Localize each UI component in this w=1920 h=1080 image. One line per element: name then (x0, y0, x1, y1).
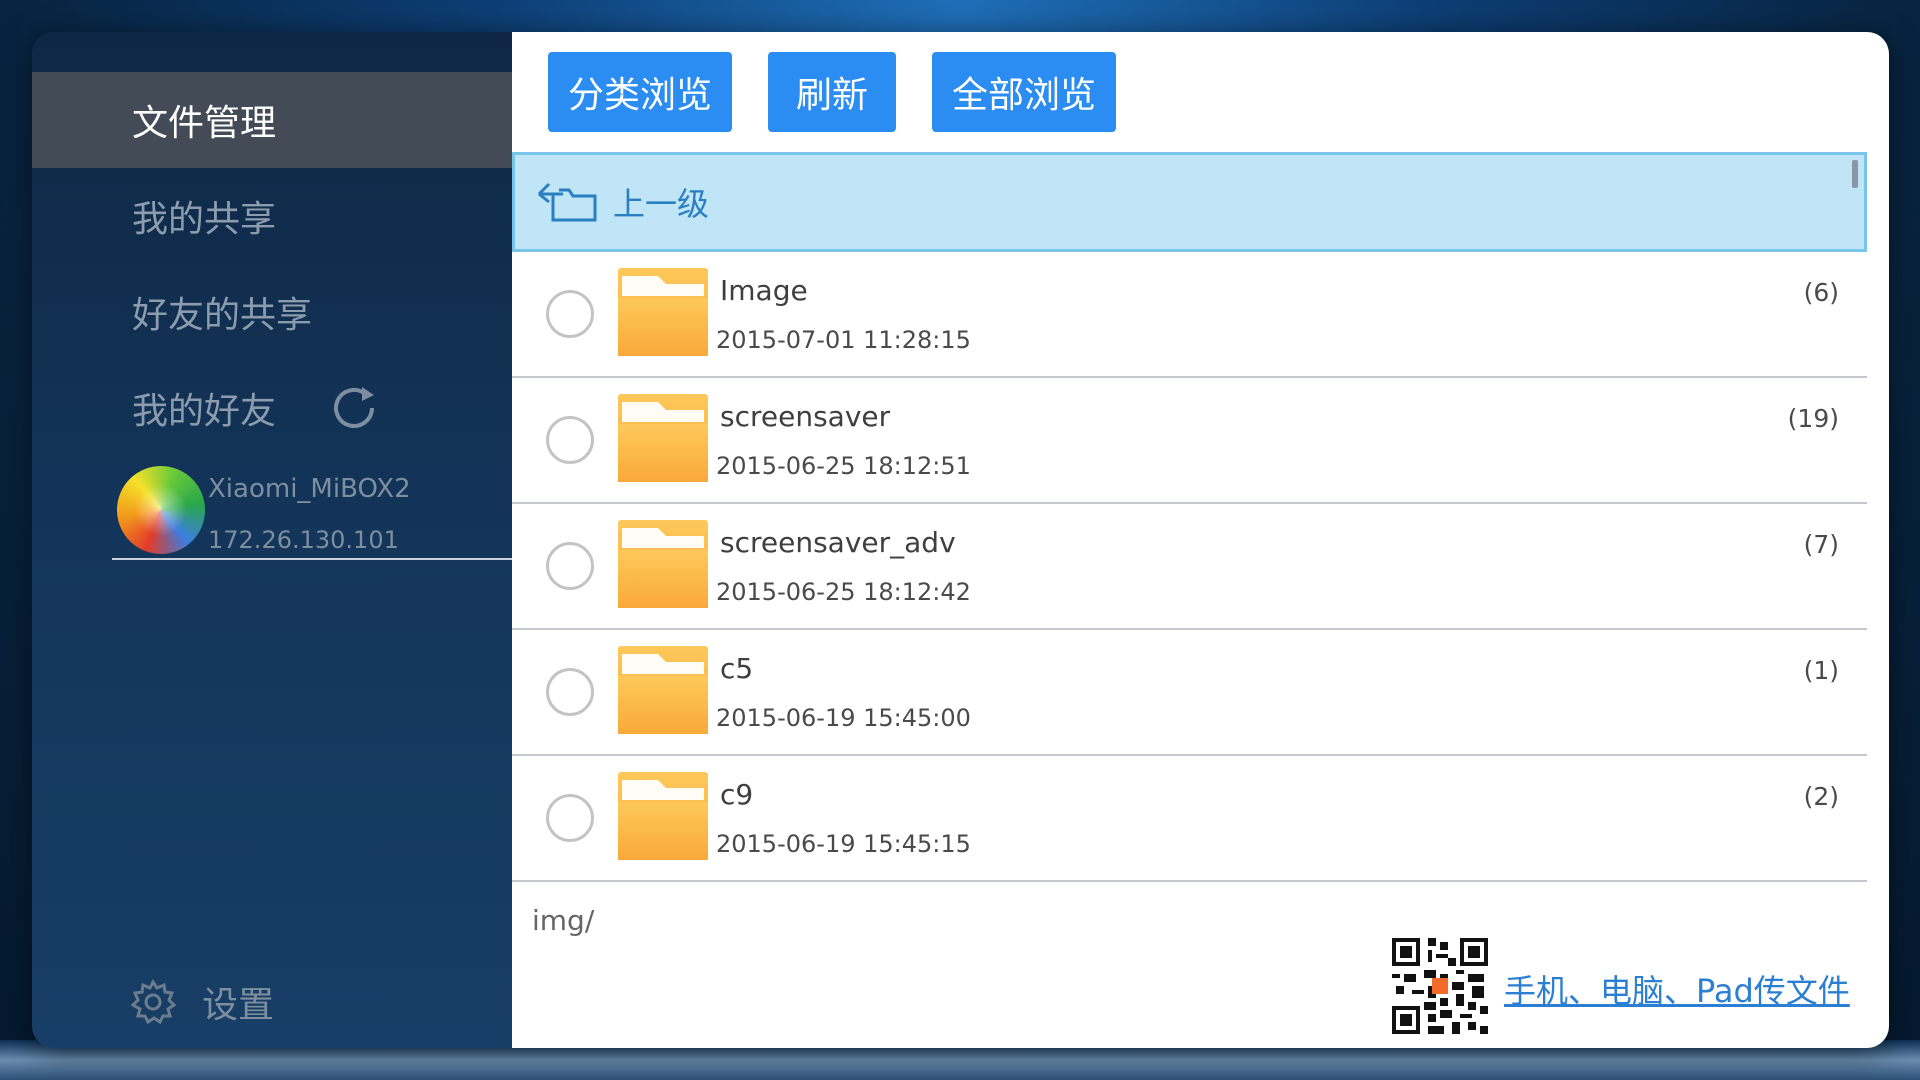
file-name: Image (720, 274, 808, 307)
sidebar-item-friends-shares[interactable]: 好友的共享 (32, 264, 512, 360)
category-browse-button[interactable]: 分类浏览 (548, 52, 732, 132)
file-count: (7) (1803, 530, 1839, 559)
list-item[interactable]: screensaver_adv 2015-06-25 18:12:42 (7) (512, 504, 1867, 630)
file-date: 2015-06-19 15:45:15 (716, 830, 971, 858)
sidebar-item-label: 我的好友 (132, 391, 277, 432)
file-count: (6) (1803, 278, 1839, 307)
folder-up-icon (537, 182, 597, 222)
select-radio[interactable] (546, 542, 594, 590)
file-name: screensaver_adv (720, 526, 956, 559)
select-radio[interactable] (546, 416, 594, 464)
list-item[interactable]: c9 2015-06-19 15:45:15 (2) (512, 756, 1867, 882)
toolbar: 分类浏览 刷新 全部浏览 (548, 52, 1116, 132)
sidebar-item-label: 好友的共享 (132, 295, 313, 336)
select-radio[interactable] (546, 668, 594, 716)
sidebar: 文件管理 我的共享 好友的共享 我的好友 Xiaomi_MiBOX2 172.2… (32, 32, 512, 1048)
folder-icon (618, 394, 708, 482)
folder-icon (618, 772, 708, 860)
file-name: screensaver (720, 400, 891, 433)
gear-icon (130, 979, 176, 1025)
up-level-label: 上一级 (613, 185, 710, 223)
file-count: (1) (1803, 656, 1839, 685)
qr-code-icon (1392, 938, 1488, 1034)
folder-icon (618, 268, 708, 356)
file-count: (2) (1803, 782, 1839, 811)
select-radio[interactable] (546, 290, 594, 338)
up-level-row[interactable]: 上一级 (512, 152, 1867, 252)
settings-button[interactable]: 设置 (130, 976, 274, 1028)
current-path: img/ (532, 904, 595, 937)
folder-icon (618, 520, 708, 608)
file-date: 2015-06-25 18:12:42 (716, 578, 971, 606)
file-list: Image 2015-07-01 11:28:15 (6) screensave… (512, 252, 1867, 882)
list-item[interactable]: c5 2015-06-19 15:45:00 (1) (512, 630, 1867, 756)
sidebar-item-label: 文件管理 (132, 103, 277, 144)
main-panel: 分类浏览 刷新 全部浏览 上一级 Image 2015-07-01 11:28:… (512, 32, 1889, 1048)
file-date: 2015-06-25 18:12:51 (716, 452, 971, 480)
scrollbar[interactable] (1852, 160, 1858, 188)
list-item[interactable]: Image 2015-07-01 11:28:15 (6) (512, 252, 1867, 378)
file-name: c5 (720, 652, 754, 685)
file-count: (19) (1787, 404, 1839, 433)
device-ip: 172.26.130.101 (208, 526, 399, 554)
folder-icon (618, 646, 708, 734)
transfer-files-link[interactable]: 手机、电脑、Pad传文件 (1504, 966, 1850, 1012)
refresh-button[interactable]: 刷新 (768, 52, 896, 132)
sidebar-item-file-manager[interactable]: 文件管理 (32, 72, 512, 168)
device-name: Xiaomi_MiBOX2 (208, 474, 411, 504)
file-date: 2015-07-01 11:28:15 (716, 326, 971, 354)
settings-label: 设置 (202, 985, 275, 1026)
refresh-friends-icon[interactable] (328, 384, 380, 432)
file-name: c9 (720, 778, 754, 811)
device-entry[interactable]: Xiaomi_MiBOX2 172.26.130.101 (112, 464, 512, 560)
avatar (117, 466, 205, 554)
sidebar-item-label: 我的共享 (132, 199, 277, 240)
sidebar-item-my-shares[interactable]: 我的共享 (32, 168, 512, 264)
select-radio[interactable] (546, 794, 594, 842)
sidebar-item-my-friends[interactable]: 我的好友 (32, 360, 512, 456)
file-date: 2015-06-19 15:45:00 (716, 704, 971, 732)
browse-all-button[interactable]: 全部浏览 (932, 52, 1116, 132)
list-item[interactable]: screensaver 2015-06-25 18:12:51 (19) (512, 378, 1867, 504)
app-window: 文件管理 我的共享 好友的共享 我的好友 Xiaomi_MiBOX2 172.2… (32, 32, 1889, 1048)
